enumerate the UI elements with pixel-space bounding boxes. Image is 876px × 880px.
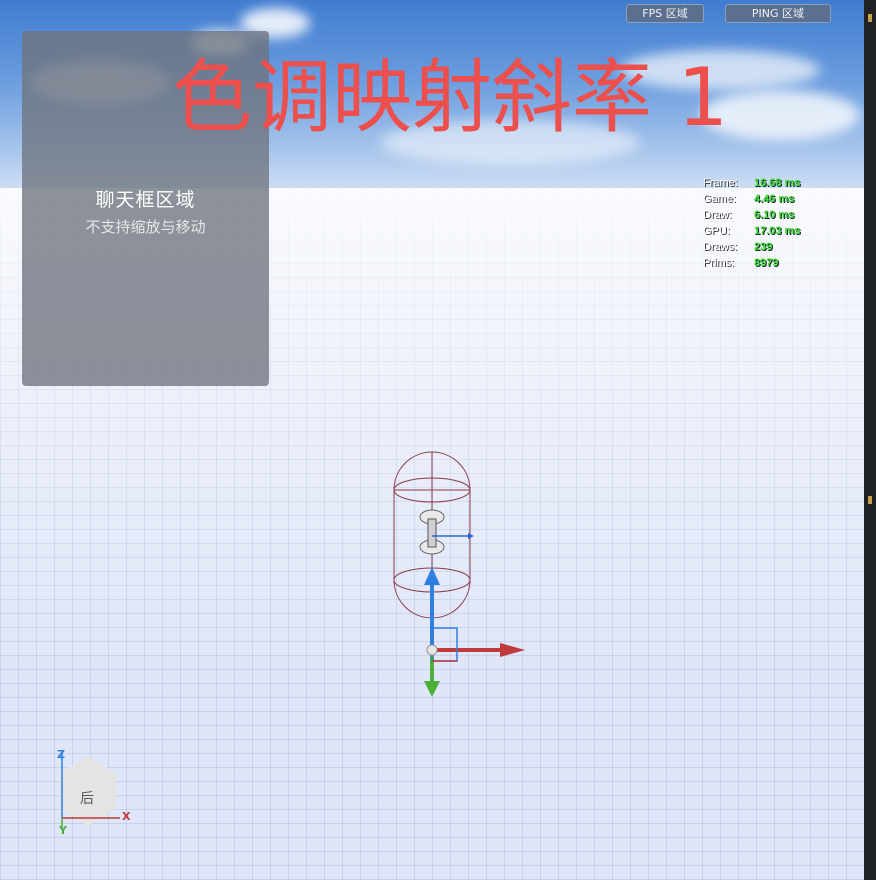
stat-row-draw: Draw: 6.10 ms [703,207,800,223]
stat-value: 8979 [754,257,779,269]
resize-marker[interactable] [868,14,872,22]
stat-label: Prims: [703,257,735,269]
stats-panel: Frame: 16.68 ms Game: 4.46 ms Draw: 6.10… [703,175,800,271]
view-axis-widget[interactable]: 后 Z X Y [52,748,132,838]
stat-label: Draws: [703,241,738,253]
x-axis-label: X [122,810,131,823]
stat-row-gpu: GPU: 17.03 ms [703,223,800,239]
stat-row-prims: Prims: 8979 [703,255,800,271]
stat-value: 239 [754,241,773,253]
chat-box-subtitle: 不支持缩放与移动 [85,218,206,236]
stat-value: 6.10 ms [754,209,795,221]
player-capsule-actor[interactable] [380,445,540,705]
chat-box-title: 聊天框区域 [95,189,196,211]
stat-row-frame: Frame: 16.68 ms [703,175,800,191]
x-arrow-icon[interactable] [500,643,525,657]
stat-value: 17.03 ms [754,225,801,237]
resize-marker[interactable] [868,496,872,504]
character-mesh-icon [419,509,474,555]
fps-area-button[interactable]: FPS 区域 [626,4,704,23]
stat-row-game: Game: 4.46 ms [703,191,800,207]
y-axis-label: Y [59,824,67,837]
game-viewport[interactable]: 聊天框区域 不支持缩放与移动 色调映射斜率 1 FPS 区域 PING 区域 F… [0,0,864,880]
stat-label: Draw: [703,209,732,221]
stat-row-draws: Draws: 239 [703,239,800,255]
z-arrow-icon[interactable] [424,567,440,585]
stat-label: Game: [703,193,737,205]
viewport-right-border [864,0,876,880]
z-axis-label: Z [57,748,65,761]
transform-gizmo[interactable] [424,567,525,697]
stat-label: GPU: [703,225,730,237]
stat-label: Frame: [703,177,738,189]
tonemapper-slope-title: 色调映射斜率 1 [172,51,729,144]
y-arrow-icon[interactable] [424,681,440,697]
ping-area-button[interactable]: PING 区域 [725,4,831,23]
stat-value: 4.46 ms [754,193,795,205]
stat-value: 16.68 ms [754,177,801,189]
